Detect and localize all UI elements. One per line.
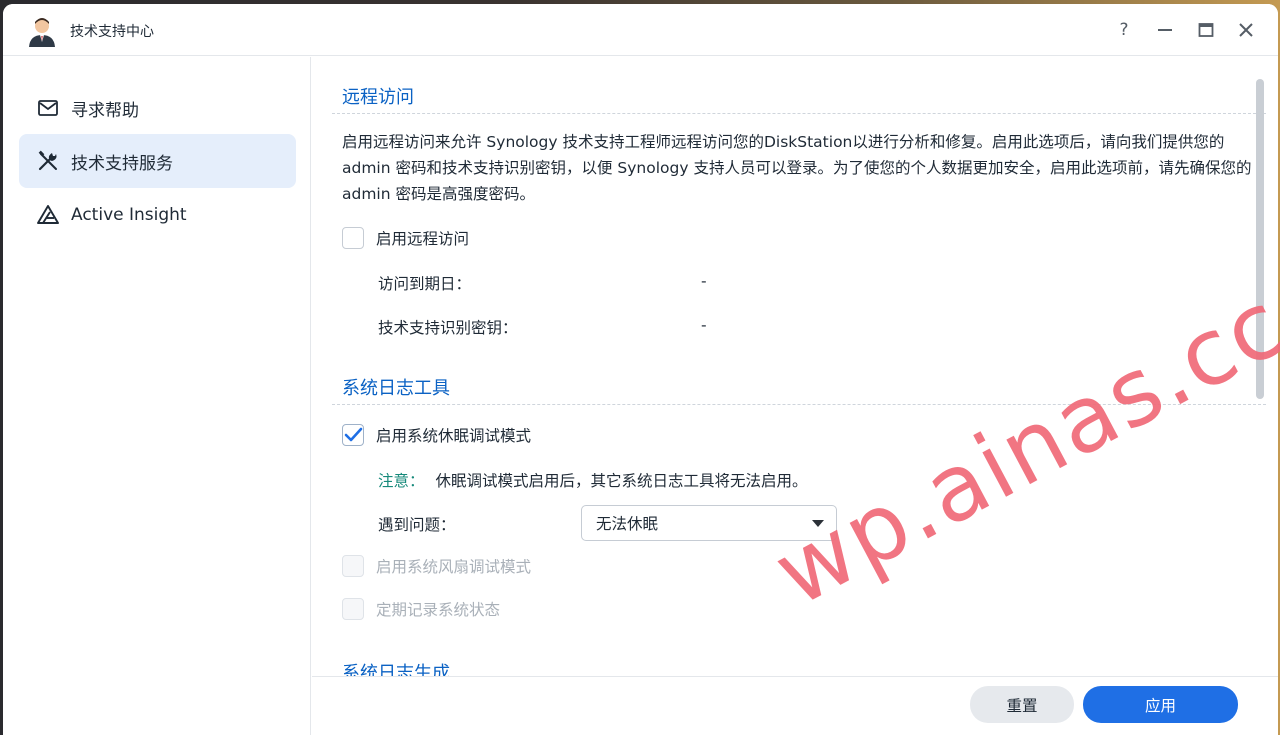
help-button[interactable]: ? [1112,18,1136,42]
hibernation-debug-label: 启用系统休眠调试模式 [376,427,532,445]
mail-icon [38,100,58,116]
record-status-checkbox-row: 定期记录系统状态 [342,598,500,620]
minimize-icon [1158,29,1172,31]
apply-button[interactable]: 应用 [1083,686,1238,723]
support-agent-icon [29,18,55,47]
maximize-icon [1198,23,1214,37]
hibernation-note: 注意： 休眠调试模式启用后，其它系统日志工具将无法启用。 [378,469,807,491]
support-key-label: 技术支持识别密钥： [378,319,518,337]
problem-label: 遇到问题： [378,516,456,534]
section-title-syslog-tools: 系统日志工具 [342,378,450,399]
sidebar-item-label: 技术支持服务 [71,153,173,174]
enable-remote-access-checkbox[interactable] [342,227,364,249]
support-key-value: - [701,316,707,334]
sidebar: 寻求帮助 技术支持服务 Active Insight [3,57,311,735]
sidebar-item-label: 寻求帮助 [71,100,139,121]
close-icon [1239,23,1253,37]
reset-button[interactable]: 重置 [970,686,1074,723]
note-label: 注意： [378,472,425,490]
fan-debug-label: 启用系统风扇调试模式 [376,558,532,576]
sidebar-item-active-insight[interactable]: Active Insight [19,188,296,242]
close-button[interactable] [1234,18,1258,42]
enable-remote-access-checkbox-row[interactable]: 启用远程访问 [342,227,469,249]
sidebar-item-support-services[interactable]: 技术支持服务 [19,134,296,188]
fan-debug-checkbox [342,555,364,577]
record-status-checkbox [342,598,364,620]
fan-debug-checkbox-row: 启用系统风扇调试模式 [342,555,531,577]
window-title: 技术支持中心 [70,24,154,40]
help-icon: ? [1119,20,1129,40]
hibernation-debug-checkbox-row[interactable]: 启用系统休眠调试模式 [342,424,531,446]
problem-select-value: 无法休眠 [596,515,659,533]
remote-access-description: 启用远程访问来允许 Synology 技术支持工程师远程访问您的DiskStat… [342,133,1252,203]
footer-bar: 重置 应用 [312,676,1278,735]
minimize-button[interactable] [1153,18,1177,42]
tools-icon [38,150,57,171]
section-title-syslog-generation: 系统日志生成 [342,663,450,676]
note-text: 休眠调试模式启用后，其它系统日志工具将无法启用。 [435,472,808,490]
enable-remote-access-label: 启用远程访问 [376,230,470,248]
record-status-label: 定期记录系统状态 [376,601,501,619]
expiry-date-value: - [701,272,707,290]
active-insight-icon [37,205,59,224]
checkmark-icon [344,427,363,442]
expiry-date-label: 访问到期日： [378,275,472,293]
maximize-button[interactable] [1194,18,1218,42]
section-title-remote-access: 远程访问 [342,87,414,108]
title-bar: 技术支持中心 ? [3,4,1278,56]
section-divider [332,113,1266,114]
hibernation-debug-checkbox[interactable] [342,424,364,446]
sidebar-item-label: Active Insight [71,205,187,225]
sidebar-item-get-help[interactable]: 寻求帮助 [19,81,296,135]
